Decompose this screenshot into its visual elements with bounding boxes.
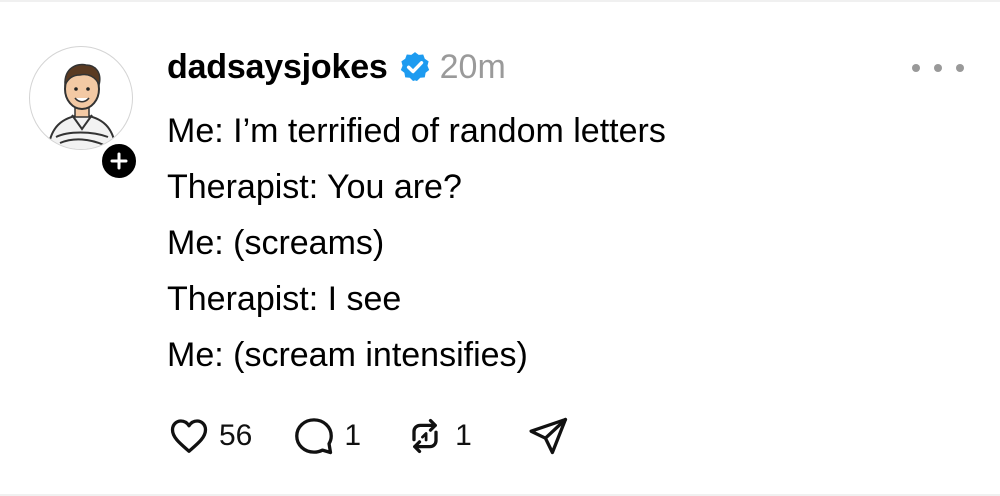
post-text-line: Therapist: I see — [167, 280, 402, 318]
more-dots-icon — [912, 64, 920, 72]
post-actions: 56 1 1 — [167, 408, 570, 464]
post-header: dadsaysjokes 20m — [167, 42, 506, 92]
thread-post: dadsaysjokes 20m Me: I’m terrified of ra… — [0, 0, 1000, 496]
like-button[interactable]: 56 — [167, 408, 252, 464]
more-options-button[interactable] — [912, 54, 964, 82]
plus-icon — [110, 152, 128, 170]
post-text-line: Me: (scream intensifies) — [167, 336, 528, 374]
heart-icon — [170, 419, 208, 453]
reply-count: 1 — [344, 419, 362, 452]
repost-count: 1 — [455, 419, 472, 452]
repost-icon — [412, 418, 438, 454]
avatar[interactable] — [29, 46, 133, 150]
reply-button[interactable]: 1 — [292, 408, 361, 464]
avatar-container[interactable] — [29, 46, 140, 182]
post-text-line: Me: I’m terrified of random letters — [167, 112, 666, 150]
repost-button[interactable]: 1 — [403, 408, 472, 464]
more-dots-icon — [956, 64, 964, 72]
verified-badge-icon — [400, 52, 429, 82]
share-button[interactable] — [526, 408, 570, 464]
like-count: 56 — [219, 419, 253, 452]
follow-button[interactable] — [98, 140, 140, 182]
avatar-illustration — [47, 63, 117, 149]
send-icon — [529, 417, 567, 455]
username[interactable]: dadsaysjokes — [167, 48, 388, 87]
post-body: Me: I’m terrified of random letters Ther… — [167, 103, 967, 383]
more-dots-icon — [934, 64, 942, 72]
post-text-line: Therapist: You are? — [167, 168, 462, 206]
post-timestamp: 20m — [439, 47, 506, 86]
comment-icon — [295, 418, 334, 455]
post-text-line: Me: (screams) — [167, 224, 385, 262]
